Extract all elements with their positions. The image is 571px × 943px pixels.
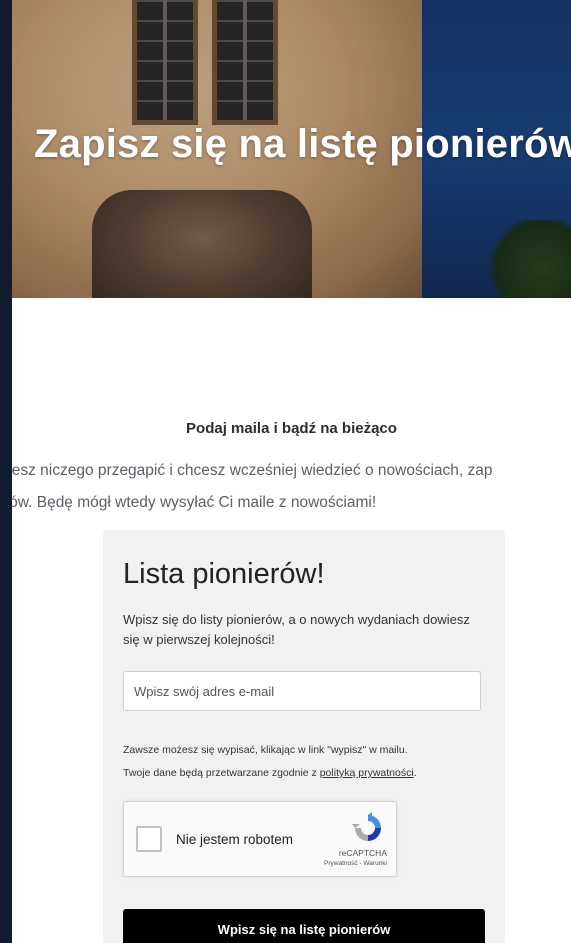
section-lead-line: cesz niczego przegapić i chcesz wcześnie… xyxy=(12,462,493,479)
recaptcha-logo-icon xyxy=(352,812,381,841)
privacy-note-prefix: Twoje dane będą przetwarzane zgodnie z xyxy=(123,767,320,779)
form-heading: Lista pionierów! xyxy=(123,558,325,590)
email-input[interactable] xyxy=(123,671,481,711)
section-lead-line: rów. Będę mógł wtedy wysyłać Ci maile z … xyxy=(12,494,377,511)
hero-banner: Zapisz się na listę pionierów xyxy=(12,0,571,298)
hero-title: Zapisz się na listę pionierów xyxy=(34,122,571,166)
privacy-note: Twoje dane będą przetwarzane zgodnie z p… xyxy=(123,767,417,779)
page: Zapisz się na listę pionierów Podaj mail… xyxy=(12,0,571,943)
recaptcha-checkbox[interactable] xyxy=(136,826,162,852)
signup-form-card: Lista pionierów! Wpisz się do listy pion… xyxy=(103,530,505,943)
submit-button[interactable]: Wpisz się na listę pionierów xyxy=(123,909,485,943)
recaptcha-links[interactable]: Prywatność - Warunki xyxy=(324,860,387,867)
section-subtitle: Podaj maila i bądź na bieżąco xyxy=(186,420,397,437)
privacy-policy-link[interactable]: polityką prywatności xyxy=(320,767,414,779)
recaptcha-widget: Nie jestem robotem reCAPTCHA Prywatność … xyxy=(123,801,397,877)
unsubscribe-note: Zawsze możesz się wypisać, klikając w li… xyxy=(123,744,408,756)
recaptcha-label: Nie jestem robotem xyxy=(176,832,294,847)
form-description: Wpisz się do listy pionierów, a o nowych… xyxy=(123,612,470,647)
privacy-note-suffix: . xyxy=(413,767,417,779)
recaptcha-brand: reCAPTCHA xyxy=(338,848,387,858)
